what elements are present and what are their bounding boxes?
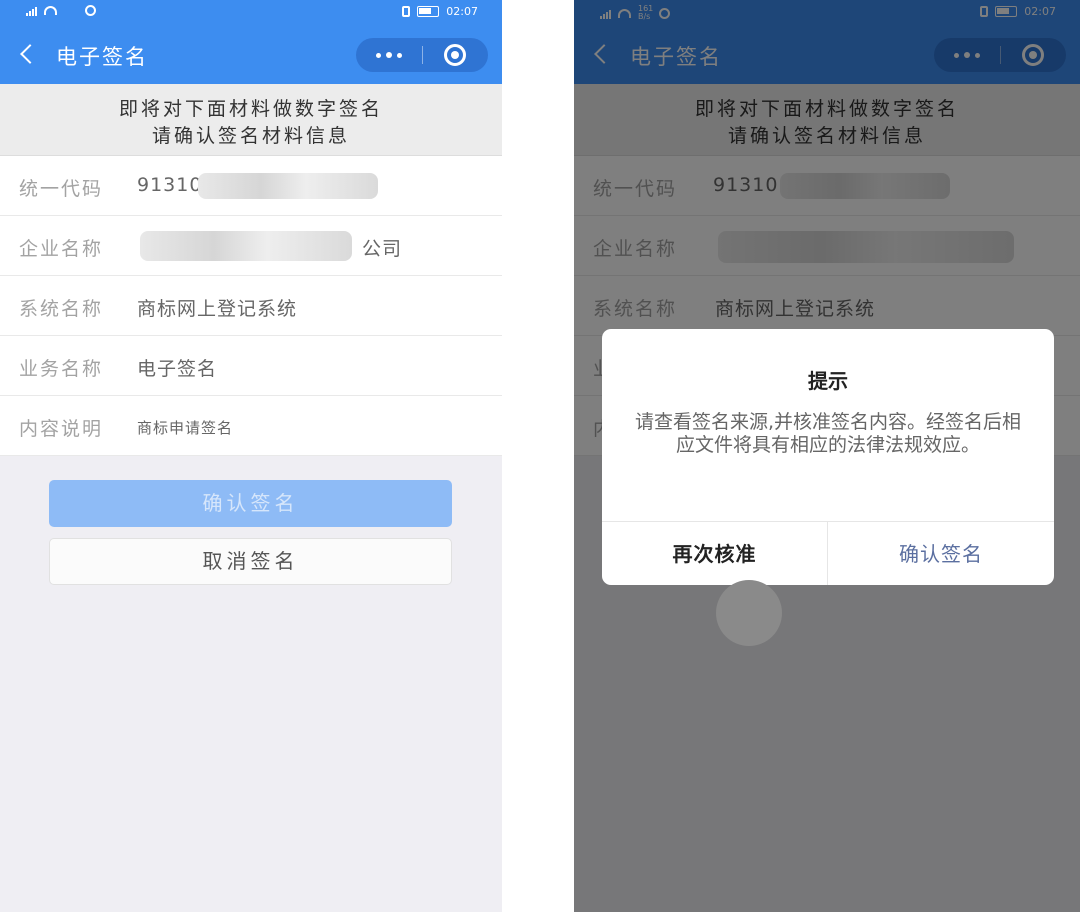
row-label: 内容说明: [19, 418, 104, 440]
wifi-icon: [44, 6, 57, 15]
row-value: 公司: [362, 238, 403, 260]
close-mini-program-icon[interactable]: [444, 44, 466, 66]
row-value: 商标申请签名: [137, 419, 234, 437]
more-options-button[interactable]: [356, 38, 422, 72]
notice-line-1: 即将对下面材料做数字签名: [118, 98, 383, 120]
dialog-title: 提示: [808, 369, 848, 393]
row-system-name: 系统名称 商标网上登记系统: [0, 276, 502, 336]
row-value: 91310: [137, 174, 203, 196]
phone-screen-sign-form: 02:07 电子签名 即将对下面材料做数字签名 请确认签名材料信息 统一代码 9…: [0, 0, 502, 912]
alarm-icon: [85, 5, 96, 16]
row-value: 商标网上登记系统: [137, 298, 298, 320]
mini-program-capsule: [356, 38, 488, 72]
row-unified-code: 统一代码 91310: [0, 156, 502, 216]
page-title: 电子签名: [56, 45, 148, 69]
recheck-button[interactable]: 再次核准: [602, 522, 828, 585]
confirm-dialog: 提示 请查看签名来源,并核准签名内容。经签名后相应文件将具有相应的法律法规效应。…: [602, 329, 1054, 585]
dialog-confirm-sign-button[interactable]: 确认签名: [828, 522, 1054, 585]
phone-screen-confirm-dialog: 161B/s 02:07 电子签名 即将对下面材料做数字签名 请确认签名材料信息…: [574, 0, 1080, 912]
dialog-message: 请查看签名来源,并核准签名内容。经签名后相应文件将具有相应的法律法规效应。: [634, 411, 1022, 456]
row-company-name: 企业名称 公司: [0, 216, 502, 276]
vibrate-icon: [402, 6, 411, 17]
row-label: 统一代码: [19, 178, 104, 200]
dialog-actions: 再次核准 确认签名: [602, 521, 1054, 585]
row-label: 业务名称: [19, 358, 104, 380]
row-label: 系统名称: [19, 298, 104, 320]
signal-icon: [26, 5, 37, 16]
capsule-divider: [422, 46, 423, 64]
redacted-blur: [140, 231, 352, 261]
status-time: 02:07: [446, 5, 478, 18]
sign-notice: 即将对下面材料做数字签名 请确认签名材料信息: [0, 84, 502, 156]
material-info-list: 统一代码 91310 企业名称 公司 系统名称 商标网上登记系统 业务名称 电子…: [0, 156, 502, 456]
status-bar: 02:07: [0, 0, 502, 26]
nav-bar: 电子签名: [0, 26, 502, 84]
back-arrow-icon[interactable]: [18, 43, 36, 67]
row-business-name: 业务名称 电子签名: [0, 336, 502, 396]
battery-icon: [417, 6, 440, 17]
row-value: 电子签名: [137, 358, 218, 380]
cancel-sign-button[interactable]: 取消签名: [49, 538, 452, 585]
touch-indicator: [716, 580, 782, 646]
redacted-blur: [198, 173, 378, 199]
notice-line-2: 请确认签名材料信息: [151, 125, 350, 147]
row-content-desc: 内容说明 商标申请签名: [0, 396, 502, 456]
row-label: 企业名称: [19, 238, 104, 260]
confirm-sign-button[interactable]: 确认签名: [49, 480, 452, 527]
